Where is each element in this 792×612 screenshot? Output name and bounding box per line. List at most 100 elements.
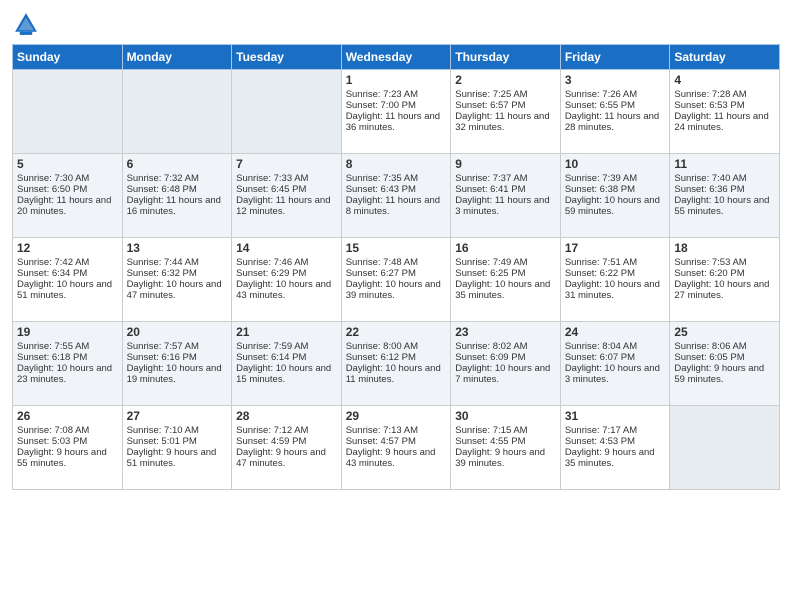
day-info: Daylight: 11 hours and 28 minutes. [565, 111, 666, 133]
calendar-cell: 26Sunrise: 7:08 AMSunset: 5:03 PMDayligh… [13, 406, 123, 490]
day-info: Daylight: 10 hours and 27 minutes. [674, 279, 775, 301]
calendar-cell: 15Sunrise: 7:48 AMSunset: 6:27 PMDayligh… [341, 238, 451, 322]
day-info: Daylight: 11 hours and 8 minutes. [346, 195, 447, 217]
calendar-cell: 9Sunrise: 7:37 AMSunset: 6:41 PMDaylight… [451, 154, 561, 238]
day-info: Sunset: 6:50 PM [17, 184, 118, 195]
day-info: Sunset: 6:55 PM [565, 100, 666, 111]
day-info: Daylight: 10 hours and 3 minutes. [565, 363, 666, 385]
day-number: 24 [565, 325, 666, 339]
day-number: 6 [127, 157, 228, 171]
day-number: 20 [127, 325, 228, 339]
day-info: Daylight: 10 hours and 59 minutes. [565, 195, 666, 217]
day-info: Sunrise: 7:42 AM [17, 257, 118, 268]
calendar-cell: 3 Sunrise: 7:26 AMSunset: 6:55 PMDaylight… [560, 70, 670, 154]
day-info: Sunset: 6:20 PM [674, 268, 775, 279]
day-info: Sunrise: 7:32 AM [127, 173, 228, 184]
day-info: Sunrise: 7:51 AM [565, 257, 666, 268]
day-info: Sunset: 4:55 PM [455, 436, 556, 447]
day-number: 23 [455, 325, 556, 339]
calendar-cell: 13Sunrise: 7:44 AMSunset: 6:32 PMDayligh… [122, 238, 232, 322]
calendar-cell: 7Sunrise: 7:33 AMSunset: 6:45 PMDaylight… [232, 154, 342, 238]
calendar-cell: 14Sunrise: 7:46 AMSunset: 6:29 PMDayligh… [232, 238, 342, 322]
calendar-cell [122, 70, 232, 154]
day-info: Sunset: 5:03 PM [17, 436, 118, 447]
day-header-friday: Friday [560, 45, 670, 70]
day-info: Daylight: 10 hours and 11 minutes. [346, 363, 447, 385]
day-info: Sunset: 5:01 PM [127, 436, 228, 447]
day-number: 2 [455, 73, 556, 87]
day-info: Daylight: 11 hours and 32 minutes. [455, 111, 556, 133]
day-header-tuesday: Tuesday [232, 45, 342, 70]
day-info: Sunset: 6:22 PM [565, 268, 666, 279]
day-info: Sunset: 6:25 PM [455, 268, 556, 279]
day-info: Sunrise: 7:15 AM [455, 425, 556, 436]
day-info: Sunrise: 7:33 AM [236, 173, 337, 184]
calendar-table: SundayMondayTuesdayWednesdayThursdayFrid… [12, 44, 780, 490]
day-info: Sunrise: 7:46 AM [236, 257, 337, 268]
day-number: 11 [674, 157, 775, 171]
day-info: Sunset: 6:29 PM [236, 268, 337, 279]
calendar-cell: 18Sunrise: 7:53 AMSunset: 6:20 PMDayligh… [670, 238, 780, 322]
day-info: Daylight: 10 hours and 47 minutes. [127, 279, 228, 301]
day-info: Daylight: 9 hours and 39 minutes. [455, 447, 556, 469]
day-info: Daylight: 10 hours and 51 minutes. [17, 279, 118, 301]
day-info: Sunset: 6:53 PM [674, 100, 775, 111]
calendar-cell: 29Sunrise: 7:13 AMSunset: 4:57 PMDayligh… [341, 406, 451, 490]
day-info: Daylight: 9 hours and 43 minutes. [346, 447, 447, 469]
day-info: Sunset: 6:09 PM [455, 352, 556, 363]
day-number: 8 [346, 157, 447, 171]
calendar-cell: 27Sunrise: 7:10 AMSunset: 5:01 PMDayligh… [122, 406, 232, 490]
day-number: 1 [346, 73, 447, 87]
calendar-cell: 21Sunrise: 7:59 AMSunset: 6:14 PMDayligh… [232, 322, 342, 406]
day-info: Sunrise: 7:26 AM [565, 89, 666, 100]
day-number: 31 [565, 409, 666, 423]
day-number: 21 [236, 325, 337, 339]
day-info: Sunrise: 8:02 AM [455, 341, 556, 352]
day-info: Sunrise: 7:35 AM [346, 173, 447, 184]
calendar-cell: 12 Sunrise: 7:42 AMSunset: 6:34 PMDayligh… [13, 238, 123, 322]
day-info: Sunset: 7:00 PM [346, 100, 447, 111]
day-header-wednesday: Wednesday [341, 45, 451, 70]
logo [12, 10, 44, 38]
calendar-cell: 6Sunrise: 7:32 AMSunset: 6:48 PMDaylight… [122, 154, 232, 238]
day-info: Sunset: 4:59 PM [236, 436, 337, 447]
day-header-sunday: Sunday [13, 45, 123, 70]
day-info: Daylight: 11 hours and 16 minutes. [127, 195, 228, 217]
day-info: Sunset: 6:05 PM [674, 352, 775, 363]
day-info: Sunset: 6:12 PM [346, 352, 447, 363]
day-info: Sunset: 6:18 PM [17, 352, 118, 363]
day-number: 12 [17, 241, 118, 255]
day-info: Sunset: 6:38 PM [565, 184, 666, 195]
day-info: Sunset: 6:36 PM [674, 184, 775, 195]
calendar-cell: 23Sunrise: 8:02 AMSunset: 6:09 PMDayligh… [451, 322, 561, 406]
day-info: Sunrise: 7:30 AM [17, 173, 118, 184]
day-info: Daylight: 10 hours and 23 minutes. [17, 363, 118, 385]
day-info: Sunrise: 7:59 AM [236, 341, 337, 352]
day-header-saturday: Saturday [670, 45, 780, 70]
day-number: 7 [236, 157, 337, 171]
day-number: 16 [455, 241, 556, 255]
day-number: 18 [674, 241, 775, 255]
day-info: Sunrise: 7:28 AM [674, 89, 775, 100]
day-info: Daylight: 11 hours and 24 minutes. [674, 111, 775, 133]
day-number: 3 [565, 73, 666, 87]
day-info: Daylight: 9 hours and 35 minutes. [565, 447, 666, 469]
day-header-thursday: Thursday [451, 45, 561, 70]
day-info: Sunset: 4:53 PM [565, 436, 666, 447]
day-number: 30 [455, 409, 556, 423]
day-info: Sunrise: 7:57 AM [127, 341, 228, 352]
day-info: Sunrise: 8:00 AM [346, 341, 447, 352]
calendar-cell: 25Sunrise: 8:06 AMSunset: 6:05 PMDayligh… [670, 322, 780, 406]
day-info: Daylight: 10 hours and 31 minutes. [565, 279, 666, 301]
day-number: 4 [674, 73, 775, 87]
day-number: 28 [236, 409, 337, 423]
calendar-cell: 17Sunrise: 7:51 AMSunset: 6:22 PMDayligh… [560, 238, 670, 322]
day-number: 22 [346, 325, 447, 339]
day-number: 9 [455, 157, 556, 171]
day-number: 15 [346, 241, 447, 255]
day-info: Daylight: 9 hours and 55 minutes. [17, 447, 118, 469]
calendar-cell: 11Sunrise: 7:40 AMSunset: 6:36 PMDayligh… [670, 154, 780, 238]
calendar-cell: 20Sunrise: 7:57 AMSunset: 6:16 PMDayligh… [122, 322, 232, 406]
day-info: Daylight: 10 hours and 43 minutes. [236, 279, 337, 301]
day-info: Sunset: 6:34 PM [17, 268, 118, 279]
